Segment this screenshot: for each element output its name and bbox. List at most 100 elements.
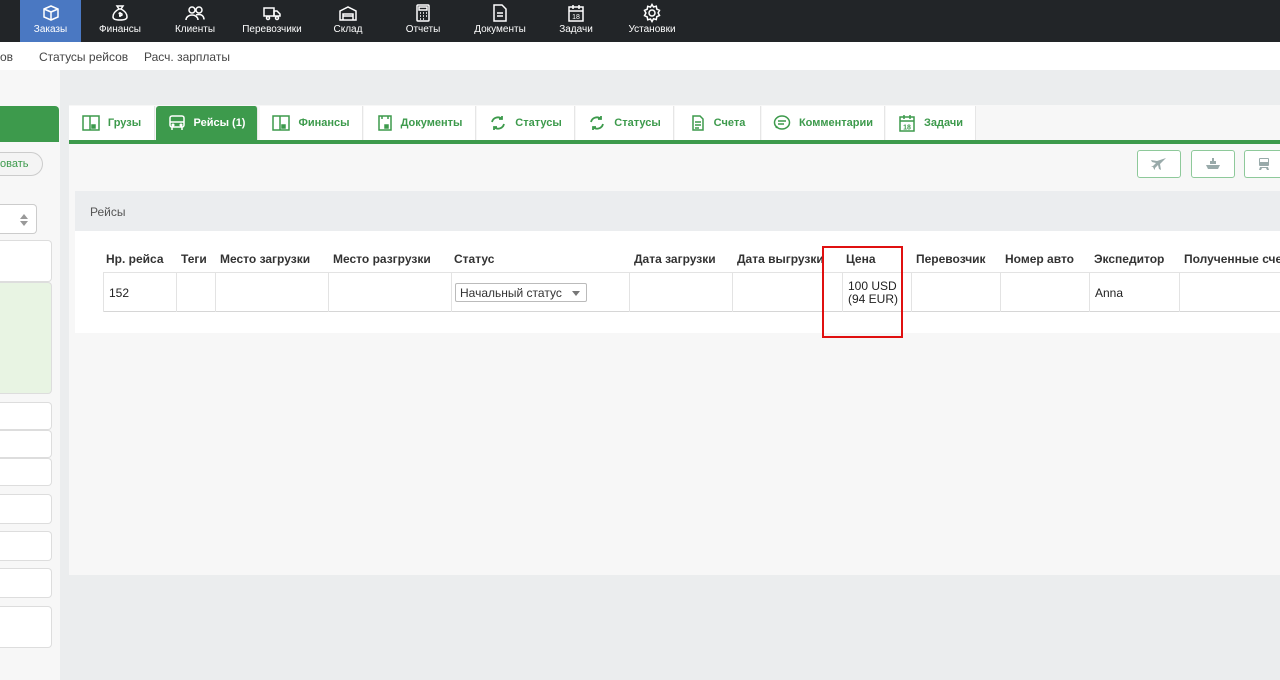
tab-label: Документы [400,117,463,129]
refresh-icon [590,116,605,130]
trips-card: Рейсы Нр. рейса Теги Место загрузки Мест… [75,191,1280,421]
left-panel-field[interactable] [0,606,52,648]
col-header-carrier[interactable]: Перевозчик [916,252,986,266]
trips-table: Нр. рейса Теги Место загрузки Место разг… [75,231,1280,333]
tab-label: Статусы [515,117,562,129]
warehouse-icon [339,6,357,21]
truck-icon [263,7,281,21]
tab-statuses-1[interactable]: Статусы [477,106,575,140]
updown-arrows-icon [20,214,28,226]
nav-item-reports[interactable]: Отчеты [395,0,451,42]
col-header-unload-date[interactable]: Дата выгрузки [737,252,824,266]
bus-icon [168,115,185,130]
orders-box-icon [42,5,59,21]
status-select[interactable]: Начальный статус [455,283,587,302]
ship-button[interactable] [1191,150,1235,178]
tab-label: Счета [713,117,746,129]
nav-item-label: Перевозчики [242,24,302,35]
comment-icon [773,115,791,130]
documents-icon [377,115,392,131]
nav-item-finance[interactable]: Финансы [90,0,150,42]
sublink-salary-calc[interactable]: Расч. зарплаты [144,50,230,64]
cell-divider [103,273,104,312]
tab-label: Статусы [614,117,661,129]
cell-divider [1179,273,1180,312]
finance-panel-icon [272,115,291,131]
tab-invoices[interactable]: Счета [675,106,761,140]
calendar-icon: 18 [568,5,584,22]
tab-cargo[interactable]: Грузы [69,106,155,140]
main-content: Грузы Рейсы (1) Финансы Документы Статус… [69,105,1280,575]
status-select-value: Начальный статус [460,286,562,300]
nav-item-label: Склад [333,24,363,35]
tab-tasks[interactable]: 18 Задачи [886,106,976,140]
col-header-trip-number[interactable]: Нр. рейса [106,252,164,266]
cell-divider [732,273,733,312]
col-header-load-place[interactable]: Место загрузки [220,252,310,266]
nav-item-label: Отчеты [405,24,441,35]
nav-item-orders[interactable]: Заказы [20,0,81,42]
clients-people-icon [185,6,205,21]
nav-item-documents[interactable]: Документы [470,0,530,42]
left-panel-field[interactable] [0,494,52,524]
tab-statuses-2[interactable]: Статусы [576,106,674,140]
nav-item-settings[interactable]: Установки [622,0,682,42]
cell-divider [328,273,329,312]
cell-divider [215,273,216,312]
document-icon [493,4,507,22]
gear-icon [643,3,661,23]
airplane-button[interactable] [1137,150,1181,178]
table-row[interactable]: 152 Начальный статус 100 USD (94 EUR) An… [103,272,1280,312]
sub-navigation: ов Статусы рейсов Расч. зарплаты [0,42,1280,70]
tab-label: Рейсы (1) [193,117,246,129]
left-panel-field[interactable] [0,430,52,458]
tab-finance[interactable]: Финансы [260,106,363,140]
nav-item-tasks[interactable]: 18 Задачи [550,0,602,42]
left-panel-field[interactable] [0,402,52,430]
tab-underline [69,140,1280,144]
left-panel-field[interactable] [0,531,52,561]
nav-item-clients[interactable]: Клиенты [166,0,224,42]
calendar-icon: 18 [899,115,915,132]
left-panel-box [0,240,52,282]
airplane-icon [1151,158,1166,170]
trip-forwarder: Anna [1095,286,1124,300]
nav-item-label: Документы [474,24,526,35]
svg-text:18: 18 [903,125,911,132]
nav-item-label: Задачи [559,24,593,35]
left-panel-field[interactable] [0,568,52,598]
money-bag-icon [112,5,128,21]
tab-comments[interactable]: Комментарии [762,106,885,140]
cell-divider [629,273,630,312]
sublink-trip-statuses[interactable]: Статусы рейсов [39,50,128,64]
ship-icon [1206,158,1220,169]
nav-item-carriers[interactable]: Перевозчики [240,0,304,42]
col-header-unload-place[interactable]: Место разгрузки [333,252,431,266]
cell-divider [1000,273,1001,312]
tab-trips[interactable]: Рейсы (1) [156,106,258,140]
col-header-plate[interactable]: Номер авто [1005,252,1074,266]
svg-text:18: 18 [572,14,580,21]
left-panel: овать [0,70,60,680]
sublink-partial[interactable]: ов [0,50,13,64]
trips-card-title: Рейсы [75,191,1280,231]
cargo-icon [82,115,100,131]
col-header-forwarder[interactable]: Экспедитор [1094,252,1164,266]
left-panel-button[interactable]: овать [0,152,43,176]
trip-number[interactable]: 152 [109,286,129,300]
train-button[interactable] [1244,150,1280,178]
price-highlight-box [822,246,903,338]
calculator-icon [416,4,430,22]
tab-documents[interactable]: Документы [364,106,476,140]
left-panel-field[interactable] [0,458,52,486]
cell-divider [911,273,912,312]
col-header-load-date[interactable]: Дата загрузки [634,252,716,266]
cell-divider [176,273,177,312]
top-navigation: Заказы Финансы Клиенты Перевозчики Склад… [0,0,1280,42]
chevron-down-icon [572,291,580,296]
nav-item-warehouse[interactable]: Склад [320,0,376,42]
col-header-invoices[interactable]: Полученные счета [1184,252,1280,266]
col-header-status[interactable]: Статус [454,252,494,266]
col-header-tags[interactable]: Теги [181,252,207,266]
left-panel-select[interactable] [0,204,37,234]
